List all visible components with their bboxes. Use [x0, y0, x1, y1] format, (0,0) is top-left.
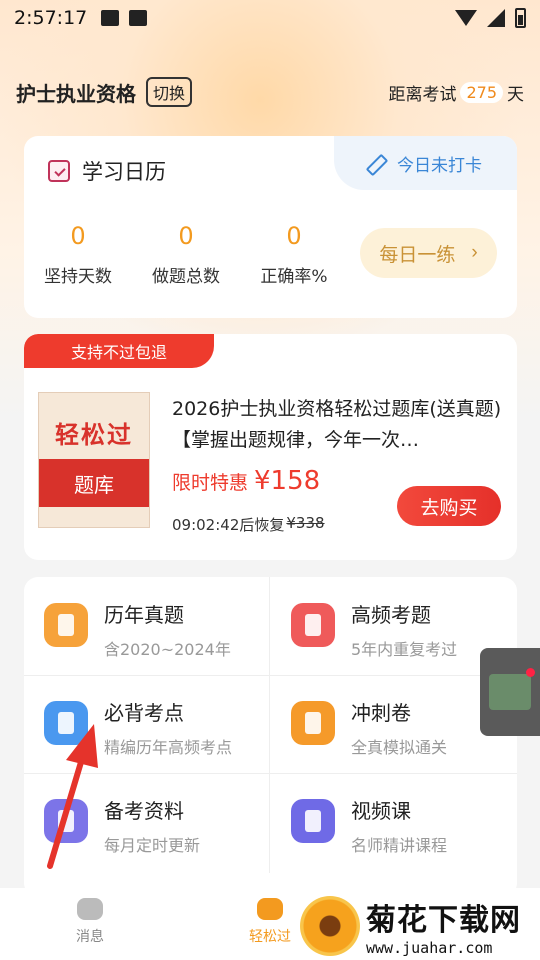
chevron-right-icon: ›: [471, 242, 478, 263]
grid-item-key-points[interactable]: 必背考点 精编历年高频考点: [24, 675, 270, 773]
book-icon: [44, 799, 88, 843]
exam-title: 护士执业资格: [16, 81, 136, 106]
watermark: 菊花下载网 www.juahar.com: [300, 892, 540, 960]
checkin-label: 今日未打卡: [397, 155, 482, 176]
promo-card[interactable]: 支持不过包退 轻松过 题库 2026护士执业资格轻松过题库(送真题)【掌握出题规…: [24, 334, 517, 560]
calendar-check-icon: [48, 160, 70, 182]
cover-top-text: 轻松过: [55, 421, 133, 449]
stat-total-questions: 0 做题总数: [132, 222, 240, 287]
timer-text: 09:02:42后恢复: [172, 516, 285, 534]
grid-item-subtitle: 全真模拟通关: [351, 738, 448, 757]
grid-item-past-exams[interactable]: 历年真题 含2020~2024年: [24, 577, 270, 675]
tab-label: 消息: [76, 929, 104, 945]
copy-doc-icon: [44, 701, 88, 745]
price-value: ¥158: [254, 466, 321, 496]
grid-item-title: 历年真题: [104, 603, 184, 627]
chat-bubble-icon: [77, 898, 103, 920]
stat-persist-days: 0 坚持天数: [24, 222, 132, 287]
signal-icon: [487, 9, 505, 27]
price-label: 限时特惠: [172, 472, 249, 494]
watermark-text: 菊花下载网: [366, 903, 521, 938]
grid-item-title: 高频考题: [351, 603, 431, 627]
grid-item-title: 冲刺卷: [351, 701, 411, 725]
watermark-url: www.juahar.com: [366, 939, 493, 957]
grid-item-subtitle: 含2020~2024年: [104, 640, 231, 659]
grid-item-subtitle: 每月定时更新: [104, 836, 201, 855]
stat-value: 0: [70, 222, 86, 250]
question-bank-cover: 轻松过 题库: [38, 392, 150, 528]
grid-item-title: 备考资料: [104, 799, 184, 823]
grid-item-subtitle: 名师精讲课程: [351, 836, 448, 855]
daily-practice-button[interactable]: 每日一练 ›: [360, 228, 497, 278]
battery-icon: [515, 8, 526, 28]
original-price: ¥338: [286, 514, 325, 532]
refund-tag: 支持不过包退: [24, 334, 214, 368]
tab-messages[interactable]: 消息: [50, 898, 130, 946]
stat-value: 0: [178, 222, 194, 250]
stat-label: 做题总数: [152, 267, 220, 287]
study-calendar-card: 学习日历 今日未打卡 0 坚持天数 0 做题总数 0 正确率% 每日一练 ›: [24, 136, 517, 318]
stat-label: 坚持天数: [44, 267, 112, 287]
folder-icon: [257, 898, 283, 920]
grid-item-title: 视频课: [351, 799, 411, 823]
grid-item-materials[interactable]: 备考资料 每月定时更新: [24, 773, 270, 871]
wifi-icon: [455, 10, 477, 26]
doc-list-icon: [44, 603, 88, 647]
grid-item-title: 必背考点: [104, 701, 184, 725]
stat-value: 0: [286, 222, 302, 250]
feature-grid: 历年真题 含2020~2024年 高频考题 5年内重复考过 必背考点 精编历年高…: [24, 577, 517, 897]
buy-button[interactable]: 去购买: [397, 486, 501, 526]
star-doc-icon: [291, 603, 335, 647]
floating-live-thumbnail[interactable]: [480, 648, 540, 736]
daily-practice-label: 每日一练: [379, 244, 456, 266]
tab-easy-pass[interactable]: 轻松过: [230, 898, 310, 946]
grid-item-video-course[interactable]: 视频课 名师精讲课程: [271, 773, 517, 871]
tab-label: 轻松过: [249, 929, 291, 945]
promo-title: 2026护士执业资格轻松过题库(送真题)【掌握出题规律，今年一次…: [172, 398, 502, 451]
checkin-button[interactable]: 今日未打卡: [334, 136, 517, 190]
app-header: 护士执业资格 切换 距离考试 275 天: [16, 76, 524, 108]
exam-countdown-suffix: 天: [507, 84, 524, 105]
exam-countdown-prefix: 距离考试: [388, 84, 457, 105]
stat-label: 正确率%: [260, 267, 328, 287]
exam-days-badge: 275: [460, 81, 503, 103]
cover-bottom-text: 题库: [39, 459, 149, 507]
exam-countdown: 距离考试 275 天: [388, 80, 524, 105]
app-notification-icon: [129, 10, 148, 26]
promo-price: 限时特惠 ¥158: [172, 466, 320, 496]
calendar-title-text: 学习日历: [82, 160, 166, 184]
live-dot: [526, 668, 535, 677]
study-stats: 0 坚持天数 0 做题总数 0 正确率%: [24, 222, 348, 287]
flower-logo-icon: [300, 896, 360, 956]
switch-exam-button[interactable]: 切换: [146, 77, 193, 107]
promo-timer: 09:02:42后恢复 ¥338: [172, 514, 325, 535]
stat-accuracy: 0 正确率%: [240, 222, 348, 287]
image-notification-icon: [101, 10, 120, 26]
teacher-avatar: [489, 674, 531, 710]
status-bar: 2:57:17: [0, 0, 540, 36]
grid-item-subtitle: 5年内重复考过: [351, 640, 458, 659]
calendar-title: 学习日历: [48, 156, 166, 186]
status-time: 2:57:17: [14, 7, 88, 29]
pen-icon: [369, 153, 389, 173]
play-icon: [291, 799, 335, 843]
grid-item-subtitle: 精编历年高频考点: [104, 738, 233, 757]
lightning-doc-icon: [291, 701, 335, 745]
